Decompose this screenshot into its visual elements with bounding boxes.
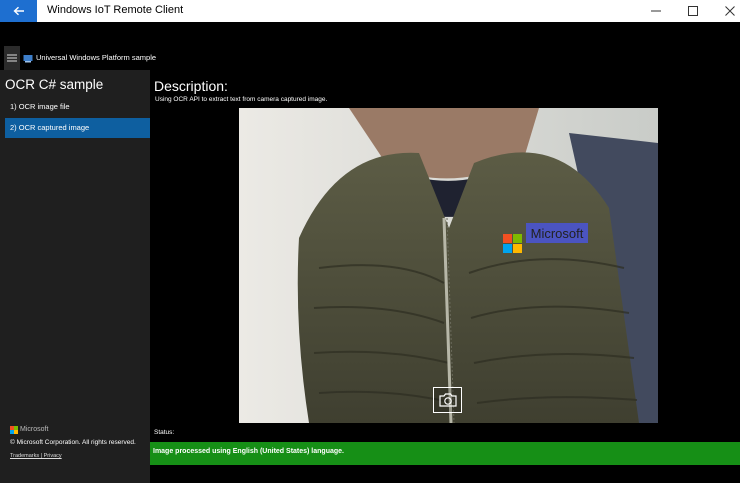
hamburger-menu-button[interactable]: [4, 46, 20, 70]
copyright-text: © Microsoft Corporation. All rights rese…: [10, 439, 136, 446]
brand-label: Microsoft: [20, 426, 49, 433]
maximize-icon: [688, 6, 698, 16]
hamburger-icon: [7, 54, 17, 62]
capture-button[interactable]: [433, 387, 462, 413]
sidebar-heading: OCR C# sample: [5, 77, 104, 92]
ocr-result-word: Microsoft: [531, 226, 584, 241]
description-heading: Description:: [154, 78, 228, 94]
close-button[interactable]: [712, 0, 740, 22]
footer-links[interactable]: Trademarks | Privacy: [10, 453, 62, 459]
nav-item-ocr-image-file[interactable]: 1) OCR image file: [5, 97, 150, 117]
window-title: Windows IoT Remote Client: [47, 4, 184, 16]
microsoft-logo-icon: [10, 426, 18, 434]
status-label: Status:: [154, 429, 175, 436]
camera-icon: [438, 393, 457, 407]
nav-item-ocr-captured-image[interactable]: 2) OCR captured image: [5, 118, 150, 138]
platform-icon: [23, 55, 33, 63]
minimize-icon: [651, 10, 661, 12]
minimize-button[interactable]: [638, 0, 674, 22]
camera-preview: Microsoft: [239, 108, 658, 423]
back-button[interactable]: [0, 0, 37, 22]
title-bar: Windows IoT Remote Client: [0, 0, 740, 22]
back-arrow-icon: [12, 6, 24, 16]
app-header: [0, 22, 740, 70]
description-text: Using OCR API to extract text from camer…: [155, 96, 328, 103]
status-message: Image processed using English (United St…: [153, 448, 344, 455]
platform-title: Universal Windows Platform sample: [36, 53, 157, 62]
maximize-button[interactable]: [675, 0, 711, 22]
close-icon: [725, 6, 735, 16]
